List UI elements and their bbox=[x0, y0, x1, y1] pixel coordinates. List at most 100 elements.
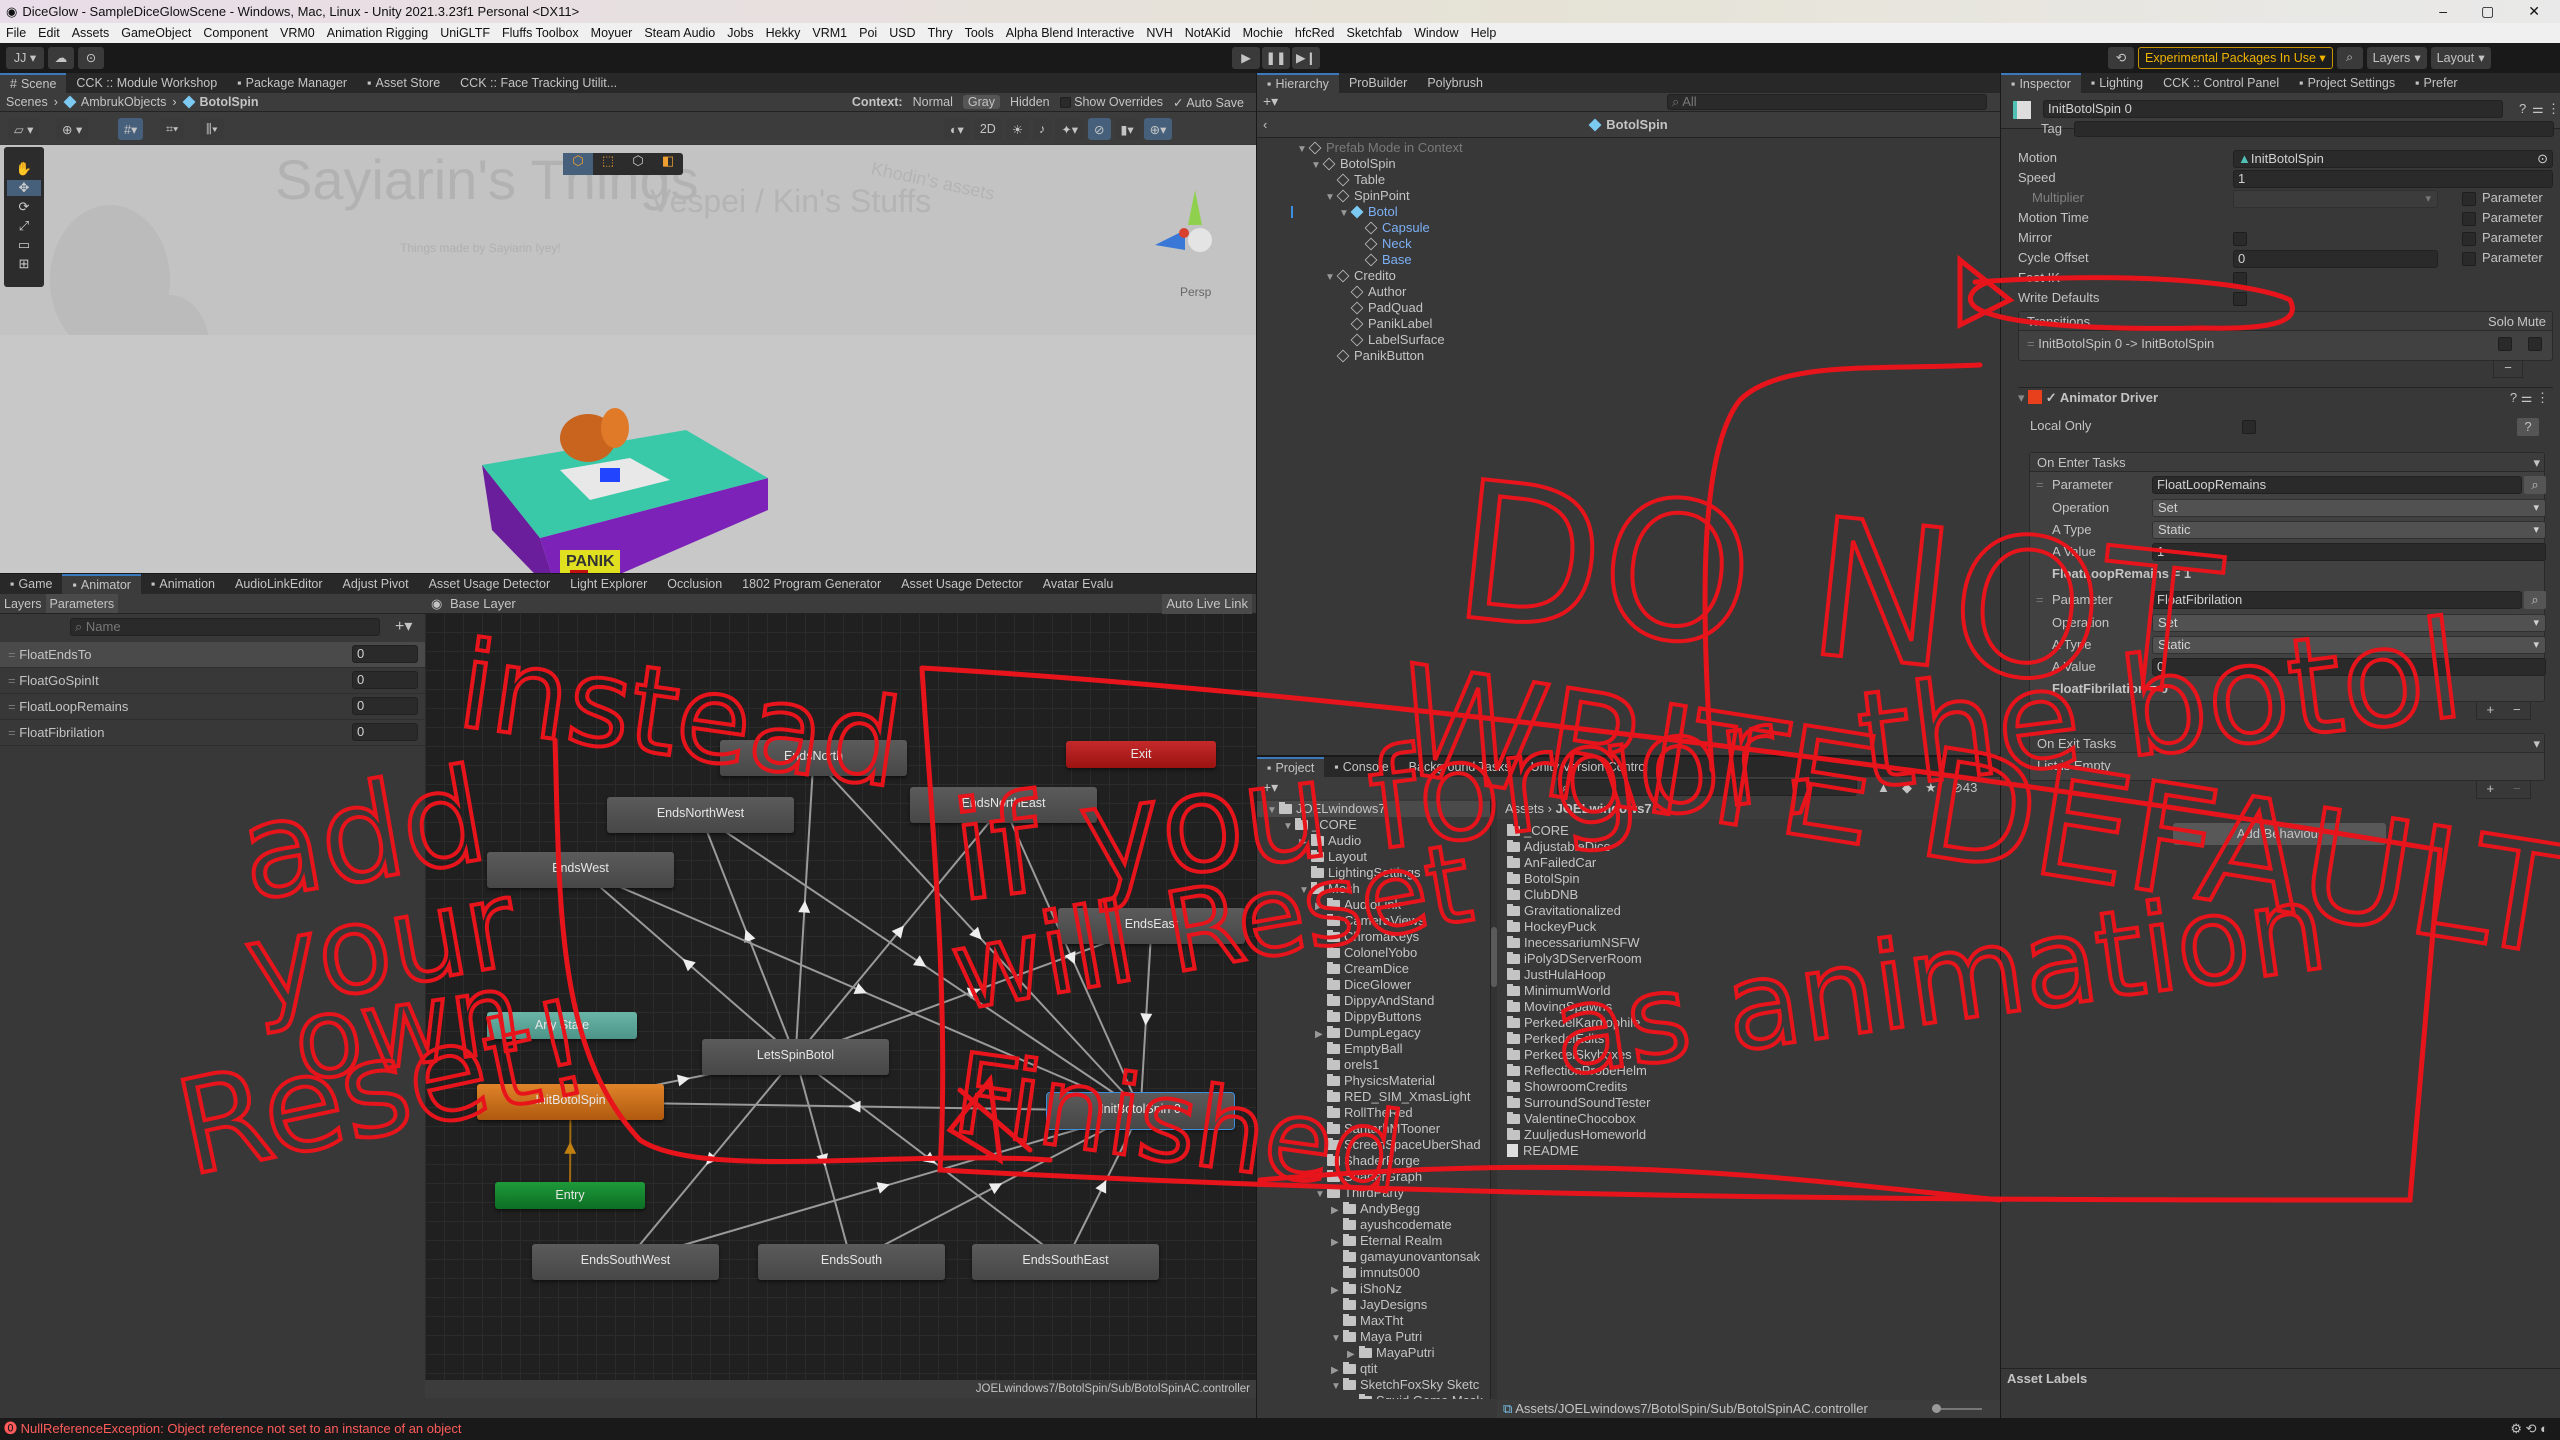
gizmos-dropdown[interactable]: ⊕▾ bbox=[1143, 118, 1173, 140]
tab-asset-store[interactable]: ▪ Asset Store bbox=[357, 73, 450, 93]
task-a-type-dropdown[interactable]: Static bbox=[2152, 521, 2546, 539]
expand-arrow-icon[interactable]: ▼ bbox=[1347, 1395, 1359, 1399]
step-button[interactable]: ▶❙ bbox=[1292, 46, 1320, 69]
hierarchy-item-capsule[interactable]: Capsule bbox=[1257, 220, 2000, 236]
bounds-edit-icon[interactable]: ⬚ bbox=[593, 153, 623, 175]
folder-ishonz[interactable]: ▶ iShoNz bbox=[1257, 1281, 1402, 1297]
history-icon[interactable]: ⟲ bbox=[2108, 46, 2134, 69]
tab-audiolinkeditor[interactable]: AudioLinkEditor bbox=[225, 574, 333, 594]
orientation-gizmo[interactable] bbox=[1150, 185, 1240, 285]
breadcrumb-ambrukobjects[interactable]: AmbrukObjects bbox=[63, 95, 166, 109]
botolspin-prop[interactable]: PANIK bbox=[470, 350, 790, 573]
layers-tab[interactable]: Layers bbox=[0, 594, 46, 613]
menu-thry[interactable]: Thry bbox=[928, 26, 953, 40]
account-dropdown[interactable]: JJ ▾ bbox=[6, 46, 44, 69]
audio-toggle-icon[interactable]: ♪ bbox=[1033, 118, 1052, 140]
local-only-help-button[interactable]: ? bbox=[2517, 418, 2539, 436]
layers-dropdown[interactable]: Layers ▾ bbox=[2366, 46, 2427, 69]
folder-cameraviews[interactable]: CameraViews bbox=[1257, 913, 1425, 929]
solo-checkbox[interactable] bbox=[2498, 337, 2512, 351]
gizmo-x-axis[interactable] bbox=[1179, 228, 1189, 238]
folder-audio[interactable]: ▶ Audio bbox=[1257, 833, 1361, 849]
hierarchy-search-input[interactable]: ⌕ All bbox=[1667, 94, 1987, 110]
camera-dropdown[interactable]: ▮▾ bbox=[1114, 118, 1140, 140]
layout-dropdown[interactable]: Layout ▾ bbox=[2430, 46, 2491, 69]
asset-anfailedcar[interactable]: AnFailedCar bbox=[1507, 855, 1596, 871]
asset-labels-header[interactable]: Asset Labels bbox=[2001, 1368, 2560, 1388]
on-enter-menu-dropdown[interactable]: ▾ bbox=[2533, 453, 2540, 472]
asset-hockeypuck[interactable]: HockeyPuck bbox=[1507, 919, 1596, 935]
parameter-value-input[interactable]: 0 bbox=[352, 645, 418, 663]
foot-ik-checkbox[interactable] bbox=[2233, 272, 2247, 286]
state-endsnortheast[interactable]: EndsNorthEast bbox=[910, 787, 1097, 823]
parameter-value-input[interactable]: 0 bbox=[352, 671, 418, 689]
folder-andybegg[interactable]: ▶ AndyBegg bbox=[1257, 1201, 1420, 1217]
tab-prefer[interactable]: ▪ Prefer bbox=[2405, 73, 2467, 93]
local-only-checkbox[interactable] bbox=[2242, 420, 2256, 434]
hierarchy-item-botol[interactable]: ▼ Botol bbox=[1257, 204, 2000, 220]
asset-perkedeledits[interactable]: PerkedelEdits bbox=[1507, 1031, 1604, 1047]
breadcrumb-botolspin[interactable]: BotolSpin bbox=[182, 95, 259, 109]
2d-toggle[interactable]: 2D bbox=[973, 118, 1002, 140]
state-endsnorth[interactable]: EndsNorth bbox=[720, 740, 907, 776]
transform-tool-icon[interactable]: ⊞ bbox=[19, 256, 30, 272]
folder-shadergraph[interactable]: ShaderGraph bbox=[1257, 1169, 1422, 1185]
hierarchy-item-author[interactable]: Author bbox=[1257, 284, 2000, 300]
menu-component[interactable]: Component bbox=[203, 26, 268, 40]
state-endssouth[interactable]: EndsSouth bbox=[758, 1244, 945, 1280]
menu-assets[interactable]: Assets bbox=[72, 26, 110, 40]
tab-game[interactable]: ▪ Game bbox=[0, 574, 62, 594]
more-icon[interactable]: ⋮ bbox=[2547, 101, 2560, 117]
tab-cck-module-workshop[interactable]: CCK :: Module Workshop bbox=[66, 73, 227, 93]
folder-dumplegacy[interactable]: ▶ DumpLegacy bbox=[1257, 1025, 1421, 1041]
folder-santarhmtooner[interactable]: SantarhMTooner bbox=[1257, 1121, 1440, 1137]
breadcrumb-joelwindows7[interactable]: JOELwindows7 bbox=[1556, 801, 1652, 816]
menu-usd[interactable]: USD bbox=[889, 26, 915, 40]
cloud-icon[interactable]: ☁ bbox=[48, 46, 74, 69]
asset-botolspin[interactable]: BotolSpin bbox=[1507, 871, 1580, 887]
folder-jaydesigns[interactable]: JayDesigns bbox=[1257, 1297, 1427, 1313]
parameter-checkbox[interactable] bbox=[2462, 212, 2476, 226]
parameter-value-input[interactable]: 0 bbox=[352, 697, 418, 715]
tab-lighting[interactable]: ▪ Lighting bbox=[2081, 73, 2153, 93]
hidden-objects-icon[interactable]: ⊘ bbox=[1088, 118, 1111, 140]
folder-core[interactable]: ▼ _CORE bbox=[1257, 817, 1357, 833]
motion-field[interactable]: ▲InitBotolSpin ⊙ bbox=[2233, 150, 2553, 168]
menu-jobs[interactable]: Jobs bbox=[727, 26, 753, 40]
state-endssoutheast[interactable]: EndsSouthEast bbox=[972, 1244, 1159, 1280]
scene-viewport[interactable]: Sayiarin's Things Vespei / Kin's Stuffs … bbox=[0, 145, 1256, 573]
multiplier-dropdown[interactable] bbox=[2233, 190, 2438, 208]
state-letsspinbotol[interactable]: LetsSpinBotol bbox=[702, 1039, 889, 1075]
hierarchy-item-botolspin[interactable]: ▼ BotolSpin bbox=[1257, 156, 2000, 172]
folder-physicsmaterial[interactable]: PhysicsMaterial bbox=[1257, 1073, 1435, 1089]
remove-exit-task-button[interactable]: − bbox=[2513, 781, 2521, 798]
mirror-checkbox[interactable] bbox=[2233, 232, 2247, 246]
menu-window[interactable]: Window bbox=[1414, 26, 1458, 40]
gizmo-y-axis[interactable] bbox=[1188, 190, 1202, 225]
drag-handle-icon[interactable]: = bbox=[8, 647, 19, 662]
folder-red-sim-xmaslight[interactable]: RED_SIM_XmasLight bbox=[1257, 1089, 1470, 1105]
hidden-packages-count[interactable]: ⊘43 bbox=[1952, 780, 1977, 796]
menu-vrm0[interactable]: VRM0 bbox=[280, 26, 315, 40]
parameter-value-input[interactable]: 0 bbox=[352, 723, 418, 741]
folder-joelwindows7[interactable]: ▼ JOELwindows7 bbox=[1257, 801, 1490, 817]
add-parameter-button[interactable]: +▾ bbox=[395, 616, 412, 636]
parameter-checkbox[interactable] bbox=[2462, 252, 2476, 266]
state-initbotolspin[interactable]: InitBotolSpin bbox=[477, 1084, 664, 1120]
tab-cck-face-tracking-utilit[interactable]: CCK :: Face Tracking Utilit... bbox=[450, 73, 627, 93]
animator-graph[interactable]: ◉ Base Layer Auto Live Link EndsNorth Exi… bbox=[425, 594, 1256, 1398]
context-gray[interactable]: Gray bbox=[962, 95, 1000, 109]
tree-scrollbar[interactable] bbox=[1491, 799, 1497, 1399]
hierarchy-item-spinpoint[interactable]: ▼ SpinPoint bbox=[1257, 188, 2000, 204]
state-endssouthwest[interactable]: EndsSouthWest bbox=[532, 1244, 719, 1280]
menu-edit[interactable]: Edit bbox=[38, 26, 60, 40]
folder-ayushcodemate[interactable]: ayushcodemate bbox=[1257, 1217, 1452, 1233]
hierarchy-item-labelsurface[interactable]: LabelSurface bbox=[1257, 332, 2000, 348]
folder-lightingsettings[interactable]: LightingSettings bbox=[1257, 865, 1421, 881]
folder-sketchfoxsky-sketc[interactable]: ▼ SketchFoxSky Sketc bbox=[1257, 1377, 1479, 1393]
menu-fluffs-toolbox[interactable]: Fluffs Toolbox bbox=[502, 26, 579, 40]
folder-mesh[interactable]: ▼ Mesh bbox=[1257, 881, 1360, 897]
folder-creamdice[interactable]: CreamDice bbox=[1257, 961, 1409, 977]
hierarchy-item-table[interactable]: Table bbox=[1257, 172, 2000, 188]
task-a-type-dropdown[interactable]: Static bbox=[2152, 636, 2546, 654]
